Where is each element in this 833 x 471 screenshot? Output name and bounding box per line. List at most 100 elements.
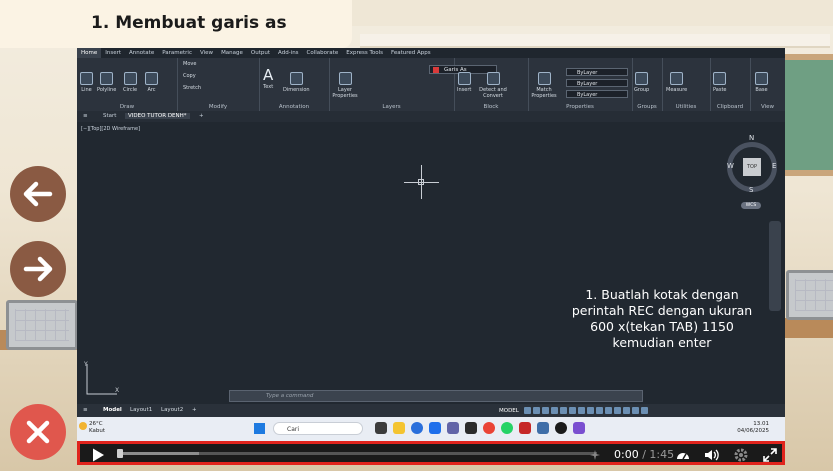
ribbon-tab[interactable]: View — [196, 48, 217, 58]
new-tab-icon[interactable]: + — [199, 113, 204, 119]
circle-icon — [123, 72, 137, 85]
annotation-scale-icon[interactable] — [613, 407, 621, 414]
autocad-icon[interactable] — [519, 422, 531, 434]
file-explorer-icon[interactable] — [393, 422, 405, 434]
add-layout-icon[interactable]: + — [192, 407, 197, 413]
teams-icon[interactable] — [447, 422, 459, 434]
progress-bar[interactable] — [117, 449, 597, 458]
time-display: 0:00 / 1:45 — [614, 448, 674, 461]
base-icon — [755, 72, 768, 85]
text-tool[interactable]: A Text — [263, 66, 273, 90]
gizmo-icon[interactable] — [604, 407, 612, 414]
grid-icon[interactable] — [523, 407, 531, 414]
ribbon-group-draw: Line Polyline Circle Arc Draw — [77, 58, 178, 111]
document-tabs: ≡ Start VIDEO TUTOR DENH* + — [77, 111, 785, 122]
ribbon-tab[interactable]: Output — [247, 48, 274, 58]
fullscreen-icon[interactable] — [640, 407, 648, 414]
ribbon-tab[interactable]: Insert — [101, 48, 125, 58]
whatsapp-icon[interactable] — [501, 422, 513, 434]
instruction-text: 1. Buatlah kotak dengan perintah REC den… — [547, 287, 777, 351]
weather-widget[interactable]: 26°C Kabut — [79, 421, 105, 435]
workspace-icon[interactable] — [622, 407, 630, 414]
ribbon-tab[interactable]: Add-ins — [274, 48, 303, 58]
taskbar-search[interactable]: Cari — [273, 422, 363, 435]
lineweight-icon[interactable] — [577, 407, 585, 414]
instruction-line: 600 x(tekan TAB) 1150 — [590, 319, 734, 334]
taskview-icon[interactable] — [375, 422, 387, 434]
speed-gauge-icon[interactable] — [675, 447, 691, 463]
wcs-menu[interactable]: WCS — [741, 202, 761, 209]
color-dropdown[interactable]: ByLayer — [566, 68, 628, 76]
app-icon[interactable] — [573, 422, 585, 434]
viewcube[interactable]: TOP — [727, 142, 777, 192]
selection-icon[interactable] — [595, 407, 603, 414]
sparkle-icon[interactable] — [590, 450, 600, 460]
circle-tool[interactable]: Circle — [123, 72, 137, 93]
group-label: Groups — [637, 104, 657, 110]
viewcube-top[interactable]: TOP — [743, 158, 761, 176]
menu-icon[interactable]: ≡ — [83, 113, 88, 119]
polyline-tool[interactable]: Polyline — [97, 72, 116, 93]
progress-thumb[interactable] — [117, 449, 123, 458]
volume-icon[interactable] — [704, 447, 720, 463]
snap-icon[interactable] — [532, 407, 540, 414]
tab-layout1[interactable]: Layout1 — [130, 407, 152, 413]
app-icon[interactable] — [537, 422, 549, 434]
ribbon-tab[interactable]: Manage — [217, 48, 247, 58]
match-properties-tool[interactable]: Match Properties — [530, 72, 558, 99]
group-tool[interactable]: Group — [634, 72, 649, 93]
ribbon-tab[interactable]: Express Tools — [342, 48, 387, 58]
lineweight-dropdown[interactable]: ByLayer — [566, 90, 628, 98]
close-button[interactable] — [10, 404, 66, 460]
polar-icon[interactable] — [550, 407, 558, 414]
app-icon[interactable] — [465, 422, 477, 434]
tab-model[interactable]: Model — [103, 407, 122, 413]
back-button[interactable] — [10, 166, 66, 222]
dimension-tool[interactable]: Dimension — [283, 72, 310, 93]
line-tool[interactable]: Line — [80, 72, 93, 93]
transparency-icon[interactable] — [586, 407, 594, 414]
command-line[interactable]: Type a command — [229, 390, 643, 402]
mail-icon[interactable] — [429, 422, 441, 434]
ribbon-tab[interactable]: Home — [77, 48, 102, 58]
menu-icon[interactable]: ≡ — [83, 407, 88, 413]
insert-tool[interactable]: Insert — [457, 72, 471, 93]
ribbon-tab[interactable]: Parametric — [158, 48, 196, 58]
video-frame[interactable]: Home Insert Annotate Parametric View Man… — [77, 48, 785, 441]
status-model[interactable]: MODEL — [499, 408, 519, 414]
arc-tool[interactable]: Arc — [145, 72, 158, 93]
ribbon-tab[interactable]: Collaborate — [303, 48, 343, 58]
doc-tab-start[interactable]: Start — [103, 113, 116, 119]
tab-layout2[interactable]: Layout2 — [161, 407, 183, 413]
copy-tool[interactable]: Copy — [183, 73, 196, 79]
doc-tab-drawing[interactable]: VIDEO TUTOR DENH* — [125, 113, 190, 119]
paste-tool[interactable]: Paste — [713, 72, 727, 93]
app-icon[interactable] — [555, 422, 567, 434]
base-tool[interactable]: Base — [755, 72, 768, 93]
group-label: Properties — [566, 104, 594, 110]
osnap-icon[interactable] — [559, 407, 567, 414]
detect-convert-tool[interactable]: Detect and Convert — [476, 72, 510, 99]
gear-icon[interactable] — [733, 447, 749, 463]
linetype-dropdown[interactable]: ByLayer — [566, 79, 628, 87]
ribbon-tab[interactable]: Annotate — [125, 48, 158, 58]
chrome-icon[interactable] — [483, 422, 495, 434]
taskbar-clock[interactable]: 13.01 04/06/2025 — [731, 421, 769, 435]
edge-icon[interactable] — [411, 422, 423, 434]
move-tool[interactable]: Move — [183, 61, 196, 67]
layer-properties-tool[interactable]: Layer Properties — [331, 72, 359, 99]
next-button[interactable] — [10, 241, 66, 297]
viewport-label[interactable]: [−][Top][2D Wireframe] — [81, 126, 140, 132]
otrack-icon[interactable] — [568, 407, 576, 414]
tool-label: Arc — [147, 87, 156, 93]
windows-start-icon[interactable] — [254, 423, 265, 434]
ribbon-tab[interactable]: Featured Apps — [387, 48, 435, 58]
settings-icon[interactable] — [631, 407, 639, 414]
stretch-tool[interactable]: Stretch — [183, 85, 201, 91]
measure-tool[interactable]: Measure — [666, 72, 687, 93]
status-bar: MODEL — [499, 405, 781, 416]
fullscreen-icon[interactable] — [762, 447, 778, 463]
play-icon[interactable] — [90, 447, 106, 463]
desk-right — [785, 318, 833, 338]
ortho-icon[interactable] — [541, 407, 549, 414]
